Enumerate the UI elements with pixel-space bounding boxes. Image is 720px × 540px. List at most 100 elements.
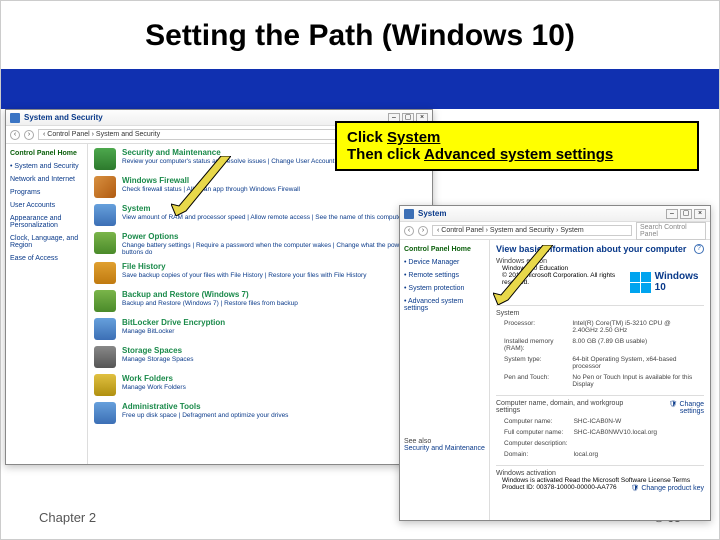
system-label: System: [496, 310, 704, 317]
category-name[interactable]: BitLocker Drive Encryption: [122, 318, 225, 327]
category-item[interactable]: System View amount of RAM and processor …: [94, 204, 426, 226]
windows10-logo: Windows 10: [630, 271, 704, 293]
sidebar: Control Panel Home Device Manager Remote…: [400, 240, 490, 520]
table-row: Computer description:: [498, 439, 661, 448]
category-name[interactable]: File History: [122, 262, 366, 271]
category-item[interactable]: File History Save backup copies of your …: [94, 262, 426, 284]
table-row: System type:64-bit Operating System, x64…: [498, 355, 702, 371]
minimize-button[interactable]: –: [666, 209, 678, 219]
help-icon[interactable]: ?: [694, 244, 704, 254]
shield-icon: [10, 113, 20, 123]
forward-button[interactable]: ›: [418, 226, 428, 236]
windows10-text: Windows 10: [655, 271, 704, 293]
sidebar-remote-settings[interactable]: Remote settings: [404, 272, 485, 279]
sidebar-item[interactable]: User Accounts: [10, 202, 83, 209]
control-panel-home-link[interactable]: Control Panel Home: [404, 246, 485, 253]
back-button[interactable]: ‹: [404, 226, 414, 236]
activation-label: Windows activation: [496, 470, 704, 477]
category-icon: [94, 148, 116, 170]
sidebar-item[interactable]: System and Security: [10, 163, 83, 170]
sidebar-item[interactable]: Appearance and Personalization: [10, 215, 83, 229]
callout-text: Click: [347, 129, 387, 146]
product-id: Product ID: 00378-10000-00000-AA776: [502, 484, 617, 492]
breadcrumb[interactable]: ‹ Control Panel › System and Security: [38, 129, 354, 140]
system-window-2: System – ▢ × ‹ › ‹ Control Panel › Syste…: [399, 205, 711, 521]
category-icon: [94, 232, 116, 254]
category-name[interactable]: Backup and Restore (Windows 7): [122, 290, 298, 299]
category-icon: [94, 176, 116, 198]
change-settings-link[interactable]: Change settings: [645, 400, 705, 415]
category-icon: [94, 346, 116, 368]
category-sublinks[interactable]: Backup and Restore (Windows 7) | Restore…: [122, 300, 298, 307]
category-item[interactable]: Windows Firewall Check firewall status |…: [94, 176, 426, 198]
network-label: Computer name, domain, and workgroup set…: [496, 400, 645, 415]
control-panel-home-link[interactable]: Control Panel Home: [10, 150, 83, 157]
category-item[interactable]: Backup and Restore (Windows 7) Backup an…: [94, 290, 426, 312]
network-table: Computer name:SHC-ICAB0N-W Full computer …: [496, 415, 663, 461]
category-item[interactable]: BitLocker Drive Encryption Manage BitLoc…: [94, 318, 426, 340]
category-sublinks[interactable]: Manage BitLocker: [122, 328, 225, 335]
toolbar: ‹ › ‹ Control Panel › System and Securit…: [400, 222, 710, 240]
change-product-key-link[interactable]: Change product key: [631, 484, 705, 492]
category-icon: [94, 204, 116, 226]
window-title: System: [418, 209, 666, 218]
titlebar: System – ▢ ×: [400, 206, 710, 222]
table-row: Installed memory (RAM):8.00 GB (7.89 GB …: [498, 337, 702, 353]
table-row: Domain:local.org: [498, 450, 661, 459]
category-sublinks[interactable]: Manage Storage Spaces: [122, 356, 194, 363]
callout-text: Then click: [347, 146, 424, 163]
category-icon: [94, 290, 116, 312]
table-row: Pen and Touch:No Pen or Touch Input is a…: [498, 373, 702, 389]
footer-left: Chapter 2: [39, 510, 96, 525]
maximize-button[interactable]: ▢: [680, 209, 692, 219]
category-icon: [94, 402, 116, 424]
sidebar-device-manager[interactable]: Device Manager: [404, 259, 485, 266]
callout-arrow-1: [171, 156, 231, 216]
callout-arrow-2: [493, 245, 553, 305]
sidebar-item[interactable]: Network and Internet: [10, 176, 83, 183]
decorative-band: [1, 69, 719, 109]
category-icon: [94, 374, 116, 396]
category-sublinks[interactable]: Manage Work Folders: [122, 384, 186, 391]
forward-button[interactable]: ›: [24, 130, 34, 140]
close-button[interactable]: ×: [694, 209, 706, 219]
see-also-label: See also: [404, 438, 485, 445]
window-title: System and Security: [24, 113, 388, 122]
category-item[interactable]: Storage Spaces Manage Storage Spaces: [94, 346, 426, 368]
sidebar-item[interactable]: Clock, Language, and Region: [10, 235, 83, 249]
specs-table: Processor:Intel(R) Core(TM) i5-3210 CPU …: [496, 317, 704, 391]
category-sublinks[interactable]: Free up disk space | Defragment and opti…: [122, 412, 288, 419]
category-name[interactable]: Storage Spaces: [122, 346, 194, 355]
sidebar: Control Panel Home System and Security N…: [6, 144, 88, 464]
category-sublinks[interactable]: Change battery settings | Require a pass…: [122, 242, 426, 256]
sidebar-see-also-item[interactable]: Security and Maintenance: [404, 445, 485, 452]
category-name[interactable]: Administrative Tools: [122, 402, 288, 411]
category-item[interactable]: Power Options Change battery settings | …: [94, 232, 426, 256]
sidebar-item[interactable]: Programs: [10, 189, 83, 196]
windows-logo-icon: [630, 272, 651, 293]
table-row: Processor:Intel(R) Core(TM) i5-3210 CPU …: [498, 319, 702, 335]
category-item[interactable]: Administrative Tools Free up disk space …: [94, 402, 426, 424]
category-item[interactable]: Work Folders Manage Work Folders: [94, 374, 426, 396]
category-icon: [94, 318, 116, 340]
category-name[interactable]: System: [122, 204, 404, 213]
table-row: Computer name:SHC-ICAB0N-W: [498, 417, 661, 426]
category-sublinks[interactable]: View amount of RAM and processor speed |…: [122, 214, 404, 221]
category-list: Security and Maintenance Review your com…: [88, 144, 432, 464]
category-icon: [94, 262, 116, 284]
category-sublinks[interactable]: Save backup copies of your files with Fi…: [122, 272, 366, 279]
sidebar-advanced-system-settings[interactable]: Advanced system settings: [404, 298, 485, 312]
search-input[interactable]: Search Control Panel: [636, 222, 706, 240]
table-row: Full computer name:SHC-ICAB0NWV10.local.…: [498, 428, 661, 437]
sidebar-system-protection[interactable]: System protection: [404, 285, 485, 292]
category-name[interactable]: Power Options: [122, 232, 426, 241]
back-button[interactable]: ‹: [10, 130, 20, 140]
instruction-callout: Click System Then click Advanced system …: [335, 121, 699, 171]
breadcrumb[interactable]: ‹ Control Panel › System and Security › …: [432, 225, 632, 236]
callout-underline-1: System: [387, 129, 440, 146]
slide-title: Setting the Path (Windows 10): [1, 1, 719, 63]
sidebar-item[interactable]: Ease of Access: [10, 255, 83, 262]
category-name[interactable]: Work Folders: [122, 374, 186, 383]
callout-underline-2: Advanced system settings: [424, 146, 613, 163]
activation-text: Windows is activated Read the Microsoft …: [496, 477, 704, 484]
